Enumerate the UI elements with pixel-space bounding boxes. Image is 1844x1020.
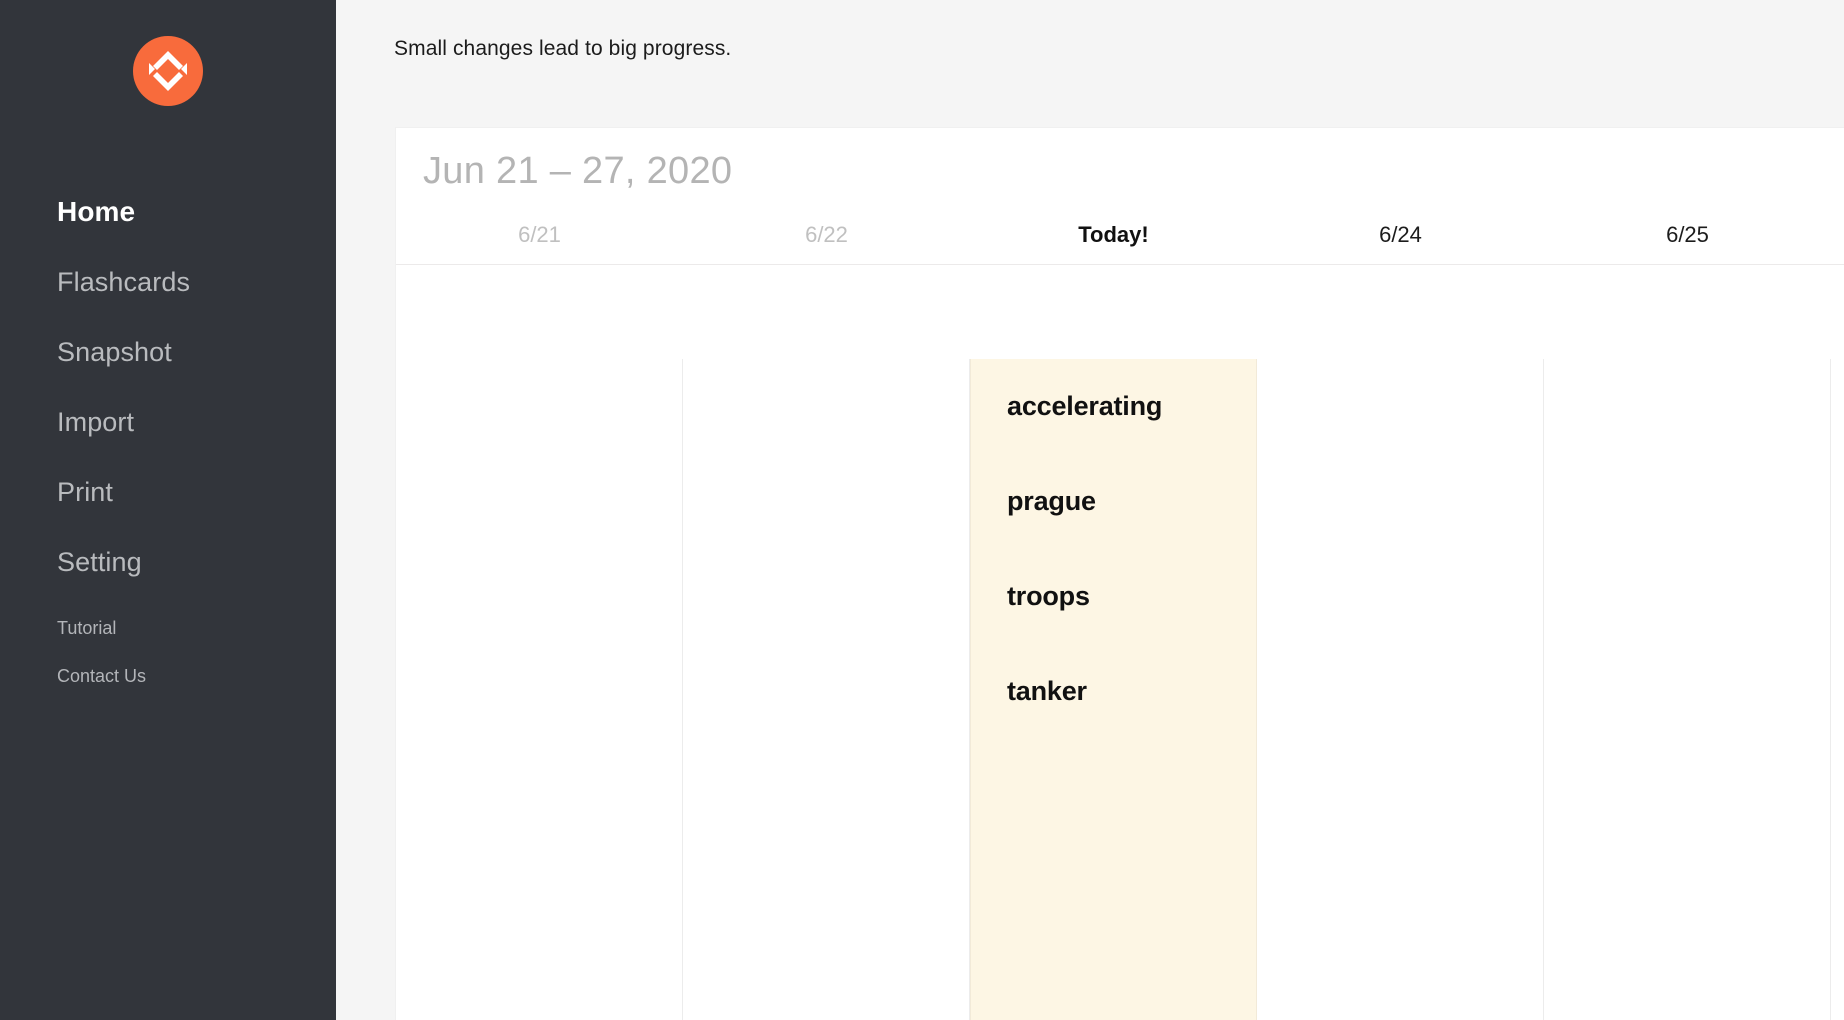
word-item[interactable]: prague — [971, 488, 1256, 515]
sidebar-item-snapshot[interactable]: Snapshot — [57, 339, 336, 366]
day-column-6-26[interactable] — [1831, 359, 1844, 1020]
main-content: Small changes lead to big progress. Jun … — [336, 0, 1844, 1020]
sidebar-subnav: Tutorial Contact Us — [0, 619, 336, 685]
sidebar-item-print[interactable]: Print — [57, 479, 336, 506]
column-header-today[interactable]: Today! — [970, 222, 1257, 264]
diamond-arrows-logo-icon — [139, 42, 197, 100]
column-header-6-26[interactable] — [1831, 222, 1844, 264]
word-item[interactable]: accelerating — [971, 393, 1256, 420]
sidebar: Home Flashcards Snapshot Import Print Se… — [0, 0, 336, 1020]
word-item[interactable]: tanker — [971, 678, 1256, 705]
column-header-6-24[interactable]: 6/24 — [1257, 222, 1544, 264]
sidebar-subitem-contact-us[interactable]: Contact Us — [57, 667, 336, 685]
sidebar-item-home[interactable]: Home — [57, 198, 336, 226]
calendar-card: Jun 21 – 27, 2020 6/21 6/22 Today! 6/24 … — [396, 128, 1844, 1020]
sidebar-nav: Home Flashcards Snapshot Import Print Se… — [0, 198, 336, 576]
logo-wrap — [0, 0, 336, 106]
day-column-6-21[interactable] — [396, 359, 683, 1020]
sidebar-item-flashcards[interactable]: Flashcards — [57, 269, 336, 296]
day-column-6-24[interactable] — [1257, 359, 1544, 1020]
tagline: Small changes lead to big progress. — [394, 37, 732, 60]
app-logo[interactable] — [133, 36, 203, 106]
sidebar-item-import[interactable]: Import — [57, 409, 336, 436]
week-range-label: Jun 21 – 27, 2020 — [423, 150, 733, 192]
column-header-6-22[interactable]: 6/22 — [683, 222, 970, 264]
day-column-today[interactable]: accelerating prague troops tanker — [970, 359, 1257, 1020]
sidebar-subitem-tutorial[interactable]: Tutorial — [57, 619, 336, 637]
calendar-card-header: Jun 21 – 27, 2020 — [396, 128, 1844, 222]
word-item[interactable]: troops — [971, 583, 1256, 610]
calendar-grid: accelerating prague troops tanker — [396, 359, 1844, 1020]
calendar-column-headers: 6/21 6/22 Today! 6/24 6/25 — [396, 222, 1844, 265]
topbar: Small changes lead to big progress. — [336, 0, 1844, 98]
sidebar-item-setting[interactable]: Setting — [57, 549, 336, 576]
column-header-6-25[interactable]: 6/25 — [1544, 222, 1831, 264]
column-header-6-21[interactable]: 6/21 — [396, 222, 683, 264]
app-root: Home Flashcards Snapshot Import Print Se… — [0, 0, 1844, 1020]
day-column-6-22[interactable] — [683, 359, 970, 1020]
day-column-6-25[interactable] — [1544, 359, 1831, 1020]
